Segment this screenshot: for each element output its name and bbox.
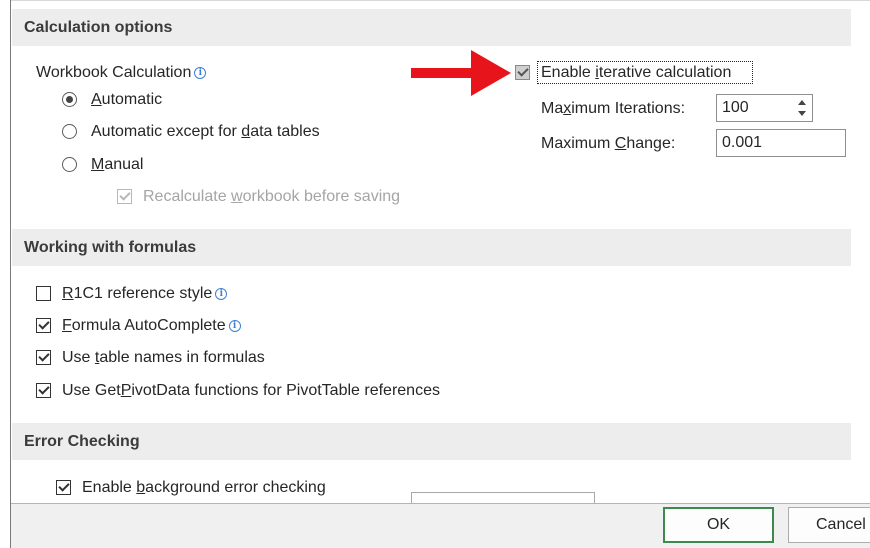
table-names-in-formulas-label[interactable]: Use table names in formulas xyxy=(62,348,265,368)
enable-iterative-calculation-label[interactable]: Enable iterative calculation xyxy=(541,63,731,83)
checkbox-background-error-checking[interactable] xyxy=(56,480,71,495)
radio-automatic-except-tables-label[interactable]: Automatic except for data tables xyxy=(91,122,320,142)
info-icon[interactable]: i xyxy=(215,288,228,300)
maximum-iterations-label: Maximum Iterations: xyxy=(541,100,686,117)
recalculate-before-saving-label: Recalculate workbook before saving xyxy=(143,188,401,205)
radio-automatic-label[interactable]: Automatic xyxy=(91,90,162,110)
dialog-footer: OK Cancel xyxy=(11,503,870,548)
top-border xyxy=(11,0,870,1)
ok-button[interactable]: OK xyxy=(663,507,774,543)
r1c1-reference-style-label[interactable]: R1C1 reference style i xyxy=(62,284,228,304)
checkbox-table-names-in-formulas[interactable] xyxy=(36,350,51,365)
workbook-calculation-label: Workbook Calculation i xyxy=(36,63,207,83)
getpivotdata-functions-label[interactable]: Use GetPivotData functions for PivotTabl… xyxy=(62,381,440,401)
spin-down-icon[interactable] xyxy=(798,111,806,116)
spinner-buttons[interactable] xyxy=(798,98,808,118)
checkbox-recalculate-before-saving xyxy=(117,189,132,204)
excel-options-formulas-panel: Calculation options Workbook Calculation… xyxy=(10,0,870,548)
cancel-button[interactable]: Cancel xyxy=(788,507,870,543)
checkbox-enable-iterative-calculation[interactable] xyxy=(515,65,530,80)
maximum-change-label: Maximum Change: xyxy=(541,135,676,152)
info-icon[interactable]: i xyxy=(228,320,241,332)
radio-automatic-except-tables[interactable] xyxy=(62,124,77,139)
checkbox-formula-autocomplete[interactable] xyxy=(36,318,51,333)
radio-manual[interactable] xyxy=(62,157,77,172)
maximum-change-input[interactable]: 0.001 xyxy=(716,129,846,157)
maximum-iterations-stepper[interactable]: 100 xyxy=(716,94,813,122)
section-header-error-checking: Error Checking xyxy=(12,423,851,460)
checkbox-r1c1-reference-style[interactable] xyxy=(36,286,51,301)
background-error-checking-label[interactable]: Enable background error checking xyxy=(82,478,326,498)
radio-automatic[interactable] xyxy=(62,92,77,107)
section-header-formulas: Working with formulas xyxy=(12,229,851,266)
formula-autocomplete-label[interactable]: Formula AutoComplete i xyxy=(62,316,241,336)
red-arrow-annotation xyxy=(411,50,511,96)
section-header-calculation: Calculation options xyxy=(12,9,851,46)
spin-up-icon[interactable] xyxy=(798,100,806,105)
radio-manual-label[interactable]: Manual xyxy=(91,155,143,175)
checkbox-getpivotdata-functions[interactable] xyxy=(36,383,51,398)
info-icon[interactable]: i xyxy=(194,67,207,79)
